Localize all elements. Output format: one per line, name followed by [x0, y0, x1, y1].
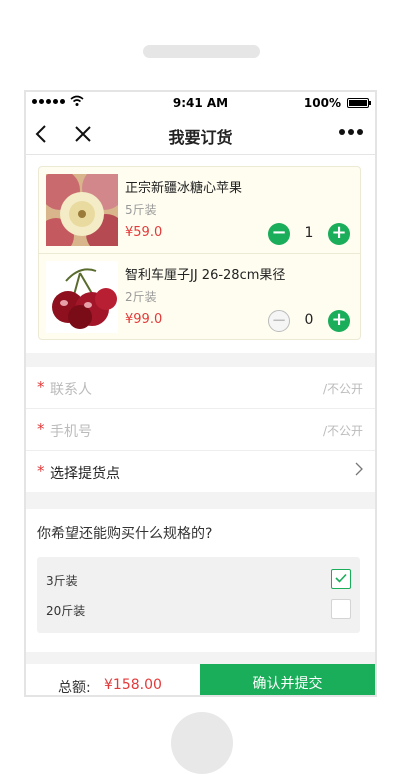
phone-placeholder: 手机号 [50, 424, 92, 440]
spec-question-section: 你希望还能购买什么规格的? 3斤装 20斤装 [26, 509, 375, 652]
option-label: 3斤装 [46, 574, 78, 588]
product-price: ¥99.0 [125, 312, 163, 327]
status-bar: 9:41 AM 100% [26, 92, 375, 114]
required-mark: * [37, 462, 45, 480]
contact-form: * 联系人 /不公开 * 手机号 /不公开 * 选择提货点 [26, 367, 375, 492]
product-item-cherry: 智利车厘子JJ 26-28cm果径 2斤装 ¥99.0 − 0 + [39, 253, 360, 340]
battery-icon [347, 98, 371, 108]
quantity-value: 0 [304, 312, 314, 328]
required-mark: * [37, 378, 45, 396]
contact-name-placeholder: 联系人 [50, 382, 92, 398]
total-label: 总额: [58, 680, 91, 695]
product-item-apple: 正宗新疆冰糖心苹果 5斤装 ¥59.0 − 1 + [39, 167, 360, 253]
plus-icon[interactable]: + [328, 223, 350, 245]
checkbox-checked[interactable] [331, 569, 351, 589]
products-card: 正宗新疆冰糖心苹果 5斤装 ¥59.0 − 1 + 智利车厘子JJ 26-28c… [38, 166, 361, 340]
products-section: 正宗新疆冰糖心苹果 5斤装 ¥59.0 − 1 + 智利车厘子JJ 26-28c… [26, 155, 375, 353]
privacy-hint: /不公开 [322, 424, 363, 438]
option-20jin[interactable]: 20斤装 [37, 595, 360, 625]
required-mark: * [37, 420, 45, 438]
plus-icon[interactable]: + [328, 310, 350, 332]
question-title: 你希望还能购买什么规格的? [37, 526, 213, 542]
quantity-stepper: − 1 + [268, 223, 350, 245]
privacy-hint: /不公开 [322, 382, 363, 396]
product-spec: 5斤装 [125, 203, 157, 217]
page-title: 我要订货 [168, 128, 233, 147]
chevron-right-icon [355, 461, 363, 480]
pickup-point-label: 选择提货点 [50, 466, 120, 482]
submit-button[interactable]: 确认并提交 [200, 664, 375, 695]
nav-bar: 我要订货 [26, 114, 375, 155]
product-name: 智利车厘子JJ 26-28cm果径 [125, 268, 286, 283]
pickup-point-selector[interactable]: * 选择提货点 [26, 451, 375, 492]
phone-speaker [143, 45, 260, 58]
total-amount: ¥158.00 [104, 677, 162, 693]
product-spec: 2斤装 [125, 290, 157, 304]
product-price: ¥59.0 [125, 225, 163, 240]
option-3jin[interactable]: 3斤装 [37, 565, 360, 595]
quantity-stepper: − 0 + [268, 310, 350, 332]
minus-icon[interactable]: − [268, 223, 290, 245]
bottom-bar: 总额: ¥158.00 确认并提交 [26, 664, 375, 695]
quantity-value: 1 [304, 225, 314, 241]
battery-percentage: 100% [303, 96, 341, 110]
minus-icon[interactable]: − [268, 310, 290, 332]
phone-field[interactable]: * 手机号 /不公开 [26, 409, 375, 451]
options-list: 3斤装 20斤装 [37, 557, 360, 633]
checkbox-unchecked[interactable] [331, 599, 351, 619]
more-dots-icon[interactable] [339, 129, 363, 135]
option-label: 20斤装 [46, 604, 86, 618]
phone-screen: 9:41 AM 100% 我要订货 正宗新疆冰糖心苹果 5斤装 ¥59.0 − … [26, 92, 375, 695]
cherry-image [46, 261, 118, 333]
home-button[interactable] [171, 712, 233, 774]
apple-image [46, 174, 118, 246]
product-name: 正宗新疆冰糖心苹果 [125, 181, 243, 196]
contact-name-field[interactable]: * 联系人 /不公开 [26, 367, 375, 409]
